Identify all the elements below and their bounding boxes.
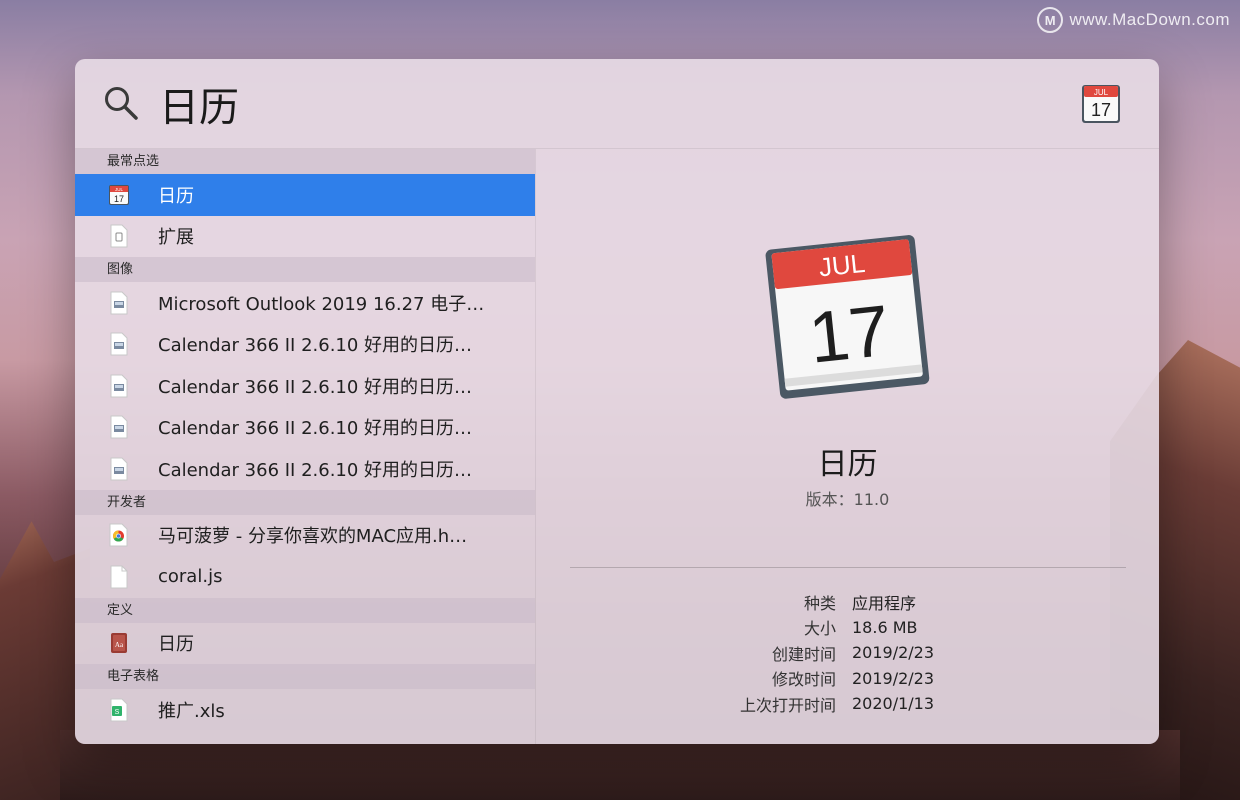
metadata-value: 应用程序 — [852, 593, 917, 613]
blank-file-icon — [107, 564, 131, 590]
svg-text:17: 17 — [114, 194, 124, 204]
result-row[interactable]: Calendar 366 II 2.6.10 好用的日历… — [75, 448, 535, 490]
metadata-value: 2020/1/13 — [852, 694, 935, 714]
result-row[interactable]: JUL 17 日历 — [75, 174, 535, 216]
result-row[interactable]: coral.js — [75, 556, 535, 598]
calendar-icon: JUL 17 — [107, 182, 131, 208]
metadata-row: 修改时间 2019/2/23 — [536, 666, 1159, 692]
metadata-value: 18.6 MB — [852, 617, 918, 637]
extension-file-icon — [107, 223, 131, 249]
image-file-icon — [107, 373, 131, 399]
search-icon — [105, 87, 138, 120]
calendar-day: 17 — [1091, 100, 1111, 120]
metadata-key: 修改时间 — [771, 670, 836, 690]
result-row[interactable]: 马可菠萝 - 分享你喜欢的MAC应用.h… — [75, 515, 535, 557]
svg-text:JUL: JUL — [115, 187, 123, 192]
preview-version: 版本：11.0 — [805, 490, 890, 509]
large-calendar-month: JUL — [817, 248, 866, 283]
search-bar: JUL 17 — [75, 59, 1159, 149]
result-label: coral.js — [158, 566, 223, 588]
image-file-icon — [107, 414, 131, 440]
svg-text:Aa: Aa — [115, 641, 124, 649]
watermark-logo-icon: M — [1037, 7, 1064, 33]
result-label: 扩展 — [158, 227, 194, 249]
metadata-key: 上次打开时间 — [739, 695, 836, 715]
dictionary-icon: Aa — [107, 630, 131, 656]
metadata-value: 2019/2/23 — [852, 668, 935, 688]
metadata-key: 大小 — [803, 619, 836, 639]
result-row[interactable]: Aa 日历 — [75, 623, 535, 665]
chrome-html-icon — [107, 522, 131, 548]
result-label: 日历 — [158, 185, 194, 207]
results-list: 最常点选 JUL 17 日历 扩展 图像 Microsoft Outlook 2019 16… — [75, 149, 536, 744]
calendar-app-icon-large: JUL 17 — [765, 235, 930, 399]
result-row[interactable]: 扩展 — [75, 216, 535, 258]
result-row[interactable]: Calendar 366 II 2.6.10 好用的日历… — [75, 407, 535, 449]
calendar-icon: JUL 17 — [1082, 85, 1120, 123]
section-header: 电子表格 — [75, 664, 535, 689]
svg-text:S: S — [115, 709, 120, 716]
metadata-row: 种类 应用程序 — [536, 589, 1159, 615]
section-header: 定义 — [75, 597, 535, 623]
image-file-icon — [107, 331, 131, 357]
result-label: 马可菠萝 - 分享你喜欢的MAC应用.h… — [158, 526, 468, 548]
metadata-key: 创建时间 — [771, 644, 836, 664]
preview-metadata: 种类 应用程序 大小 18.6 MB 创建时间 2019/2/23 修改时间 2019/2/2… — [536, 589, 1159, 717]
watermark-text: www.MacDown.com — [1069, 10, 1230, 29]
image-file-icon — [107, 290, 131, 316]
section-header: 最常点选 — [75, 149, 535, 174]
preview-divider — [570, 567, 1126, 568]
result-label: Microsoft Outlook 2019 16.27 电子… — [158, 293, 485, 315]
result-label: 日历 — [158, 634, 194, 656]
spotlight-window: JUL 17 最常点选JUL17日历扩展图像Microsoft Outlook … — [75, 59, 1159, 744]
result-row[interactable]: S 推广.xls — [75, 689, 535, 731]
section-header: 图像 — [75, 257, 535, 282]
result-row[interactable]: Calendar 366 II 2.6.10 好用的日历… — [75, 324, 535, 366]
calendar-month: JUL — [1094, 88, 1109, 97]
metadata-key: 种类 — [803, 593, 836, 613]
large-calendar-day: 17 — [805, 291, 893, 379]
result-label: Calendar 366 II 2.6.10 好用的日历… — [158, 418, 473, 440]
preview-pane: JUL 17 日历 版本：11.0 种类 应用程序 大小 18.6 MB 创建时间 201… — [536, 149, 1159, 744]
search-input[interactable] — [159, 77, 1059, 131]
result-label: Calendar 366 II 2.6.10 好用的日历… — [158, 459, 473, 481]
spreadsheet-icon: S — [107, 697, 131, 723]
image-file-icon — [107, 456, 131, 482]
result-label: Calendar 366 II 2.6.10 好用的日历… — [158, 335, 473, 357]
result-row[interactable]: Calendar 366 II 2.6.10 好用的日历… — [75, 365, 535, 407]
result-label: Calendar 366 II 2.6.10 好用的日历… — [158, 376, 473, 398]
metadata-value: 2019/2/23 — [852, 643, 935, 663]
metadata-row: 大小 18.6 MB — [536, 615, 1159, 641]
watermark: M www.MacDown.com — [1037, 6, 1230, 34]
metadata-row: 创建时间 2019/2/23 — [536, 640, 1159, 666]
metadata-row: 上次打开时间 2020/1/13 — [536, 691, 1159, 717]
result-label: 推广.xls — [158, 700, 225, 722]
result-row[interactable]: Microsoft Outlook 2019 16.27 电子… — [75, 282, 535, 324]
preview-title: 日历 — [817, 447, 878, 482]
section-header: 开发者 — [75, 489, 535, 515]
